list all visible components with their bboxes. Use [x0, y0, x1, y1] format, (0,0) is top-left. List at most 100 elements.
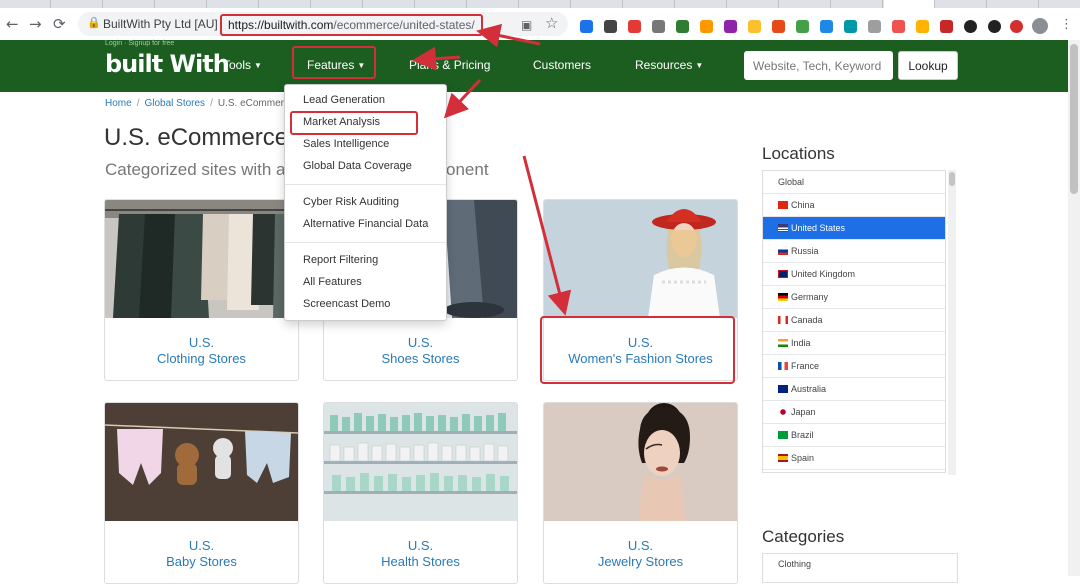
browser-tab[interactable]	[52, 0, 103, 8]
browser-tab-active[interactable]	[884, 0, 935, 8]
back-icon[interactable]: ←	[6, 16, 19, 32]
scrollbar-thumb[interactable]	[1070, 44, 1078, 194]
browser-tab[interactable]	[312, 0, 363, 8]
page-scrollbar[interactable]	[1068, 40, 1080, 576]
nav-features[interactable]: Features ▼	[307, 58, 365, 72]
reload-icon[interactable]: ⟳	[53, 16, 66, 32]
extension-icon[interactable]	[676, 20, 689, 33]
location-item[interactable]: Spain	[763, 447, 945, 470]
store-card-clothing[interactable]: U.S. Clothing Stores	[104, 199, 299, 381]
extension-icon[interactable]	[964, 20, 977, 33]
browser-tab[interactable]	[832, 0, 883, 8]
browser-tab[interactable]	[988, 0, 1039, 8]
locations-scrollbar[interactable]	[948, 170, 956, 475]
builtwith-logo[interactable]: built With	[105, 50, 230, 78]
extension-icon[interactable]	[772, 20, 785, 33]
extension-icon[interactable]	[580, 20, 593, 33]
extension-icon[interactable]	[724, 20, 737, 33]
browser-tab[interactable]	[208, 0, 259, 8]
card-title-line2[interactable]: Shoes Stores	[324, 351, 517, 366]
extension-icon[interactable]	[1010, 20, 1023, 33]
translate-icon[interactable]: ▣	[521, 17, 532, 33]
card-title-line2[interactable]: Clothing Stores	[105, 351, 298, 366]
location-item[interactable]: France	[763, 355, 945, 378]
extension-icon[interactable]	[796, 20, 809, 33]
bookmark-star-icon[interactable]: ☆	[545, 15, 558, 31]
lookup-button[interactable]: Lookup	[898, 51, 958, 80]
category-item[interactable]: Clothing	[778, 559, 811, 569]
menu-item-lead-generation[interactable]: Lead Generation	[303, 94, 385, 106]
browser-tab[interactable]	[416, 0, 467, 8]
browser-tab[interactable]	[0, 0, 51, 8]
card-title-line1[interactable]: U.S.	[105, 538, 298, 553]
location-item[interactable]: Russia	[763, 240, 945, 263]
location-item-active[interactable]: United States	[763, 217, 945, 240]
browser-tab[interactable]	[572, 0, 623, 8]
card-title-line1[interactable]: U.S.	[105, 335, 298, 350]
nav-plans-pricing[interactable]: Plans & Pricing	[409, 58, 490, 72]
menu-item-global-data-coverage[interactable]: Global Data Coverage	[303, 160, 412, 172]
browser-tab[interactable]	[728, 0, 779, 8]
extension-icon[interactable]	[748, 20, 761, 33]
location-item[interactable]: Australia	[763, 378, 945, 401]
logo-tagline[interactable]: Login · Signup for free	[105, 40, 174, 47]
store-card-health[interactable]: U.S. Health Stores	[323, 402, 518, 584]
menu-item-cyber-risk-auditing[interactable]: Cyber Risk Auditing	[303, 196, 399, 208]
menu-item-screencast-demo[interactable]: Screencast Demo	[303, 298, 390, 310]
browser-tab[interactable]	[624, 0, 675, 8]
location-item[interactable]: United Kingdom	[763, 263, 945, 286]
location-item[interactable]: Canada	[763, 309, 945, 332]
location-item[interactable]: Germany	[763, 286, 945, 309]
search-input[interactable]	[744, 51, 893, 80]
url-text-highlighted[interactable]: https://builtwith.com/ecommerce/united-s…	[220, 14, 483, 36]
address-bar[interactable]: 🔒 BuiltWith Pty Ltd [AU] https://builtwi…	[78, 12, 568, 36]
extension-icon[interactable]	[940, 20, 953, 33]
browser-tab[interactable]	[468, 0, 519, 8]
menu-item-alternative-financial-data[interactable]: Alternative Financial Data	[303, 218, 428, 230]
menu-icon[interactable]: ⋮	[1060, 17, 1073, 32]
nav-resources[interactable]: Resources ▼	[635, 58, 703, 72]
location-item[interactable]: Japan	[763, 401, 945, 424]
browser-tab[interactable]	[936, 0, 987, 8]
browser-tab[interactable]	[260, 0, 311, 8]
menu-item-all-features[interactable]: All Features	[303, 276, 362, 288]
menu-item-report-filtering[interactable]: Report Filtering	[303, 254, 378, 266]
forward-icon[interactable]: →	[29, 16, 42, 32]
browser-tab[interactable]	[104, 0, 155, 8]
browser-tab[interactable]	[156, 0, 207, 8]
extension-icon[interactable]	[604, 20, 617, 33]
breadcrumb-home[interactable]: Home	[105, 98, 132, 109]
browser-tab[interactable]	[676, 0, 727, 8]
card-title-line2[interactable]: Jewelry Stores	[544, 554, 737, 569]
card-title-line1[interactable]: U.S.	[544, 538, 737, 553]
card-title-line1[interactable]: U.S.	[324, 538, 517, 553]
card-title-line1[interactable]: U.S.	[324, 335, 517, 350]
nav-tools[interactable]: Tools ▼	[223, 58, 262, 72]
browser-tab[interactable]	[520, 0, 571, 8]
card-title-line2[interactable]: Baby Stores	[105, 554, 298, 569]
store-card-baby[interactable]: U.S. Baby Stores	[104, 402, 299, 584]
extension-icon[interactable]	[820, 20, 833, 33]
extension-icon[interactable]	[868, 20, 881, 33]
card-title-line2[interactable]: Health Stores	[324, 554, 517, 569]
menu-item-sales-intelligence[interactable]: Sales Intelligence	[303, 138, 389, 150]
scrollbar-thumb[interactable]	[949, 172, 955, 186]
extension-icon[interactable]	[844, 20, 857, 33]
extension-icon[interactable]	[628, 20, 641, 33]
browser-tab[interactable]	[780, 0, 831, 8]
avatar[interactable]	[1032, 18, 1048, 34]
extension-icon[interactable]	[892, 20, 905, 33]
store-card-jewelry[interactable]: U.S. Jewelry Stores	[543, 402, 738, 584]
location-item[interactable]: Global	[763, 171, 945, 194]
extension-icon[interactable]	[652, 20, 665, 33]
browser-tab[interactable]	[364, 0, 415, 8]
nav-customers[interactable]: Customers	[533, 58, 591, 72]
location-item[interactable]: Brazil	[763, 424, 945, 447]
breadcrumb-global-stores[interactable]: Global Stores	[144, 98, 205, 109]
location-item[interactable]: India	[763, 332, 945, 355]
extension-icon[interactable]	[700, 20, 713, 33]
extension-icon[interactable]	[916, 20, 929, 33]
menu-item-market-analysis[interactable]: Market Analysis	[303, 116, 380, 128]
location-item[interactable]: China	[763, 194, 945, 217]
extension-icon[interactable]	[988, 20, 1001, 33]
